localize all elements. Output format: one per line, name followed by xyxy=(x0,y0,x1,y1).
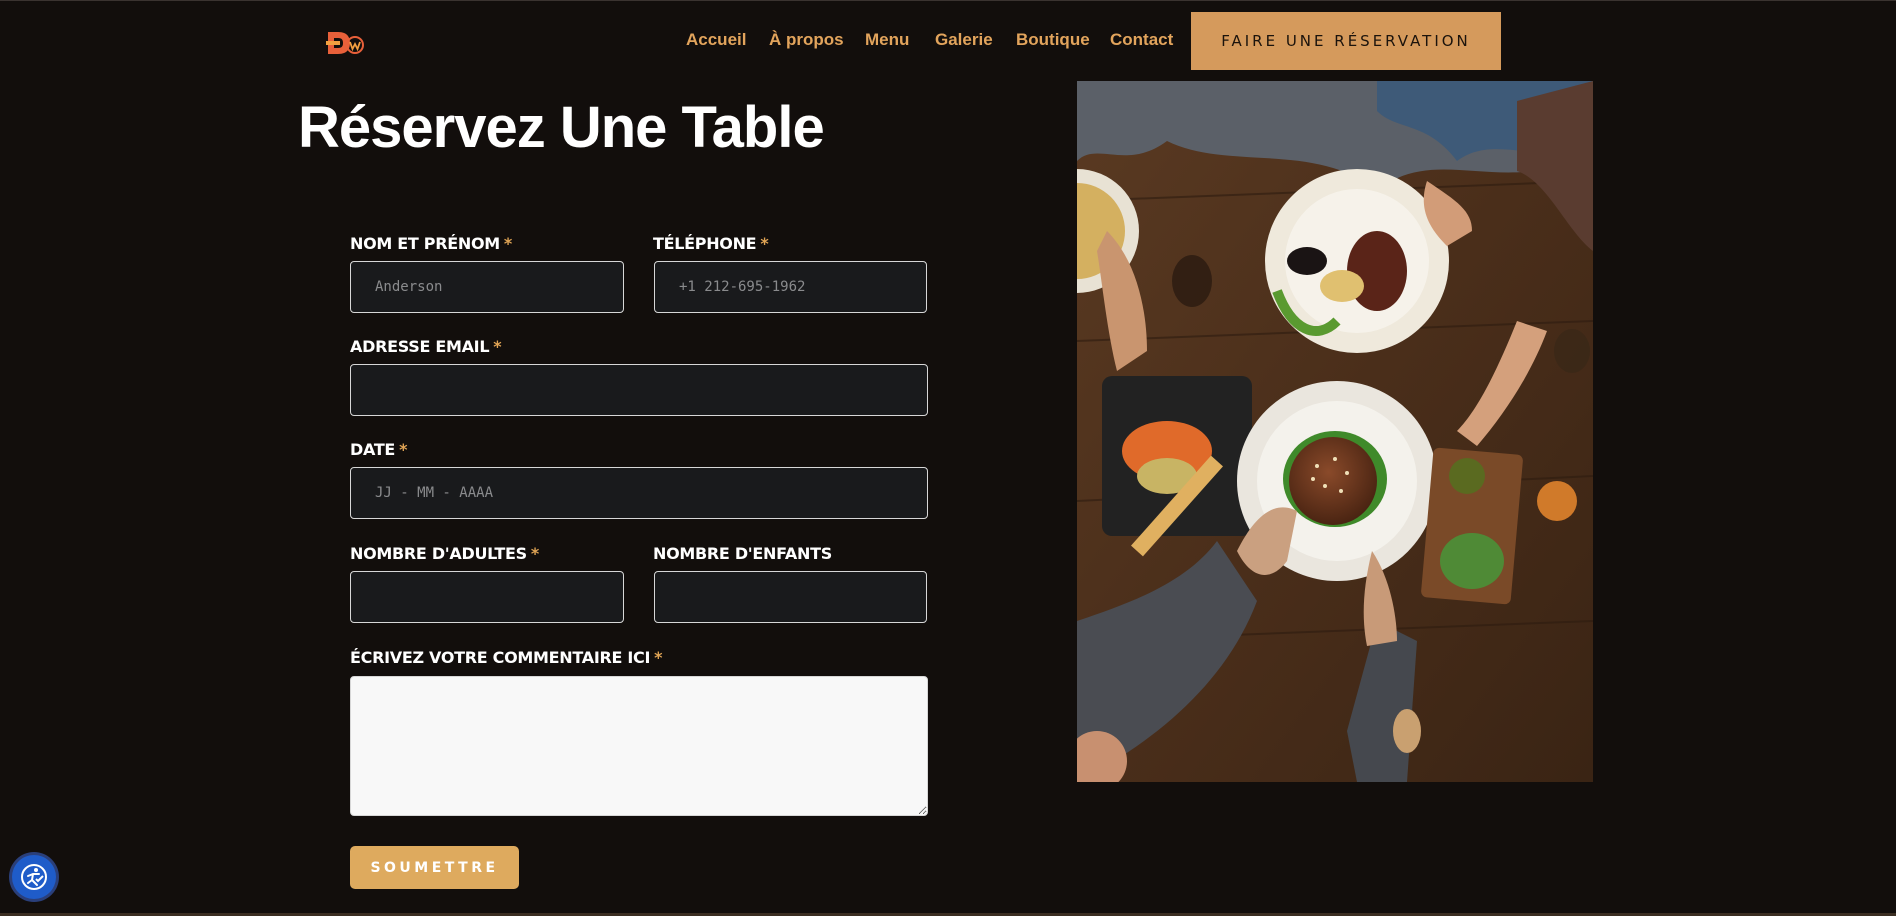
required-mark: * xyxy=(654,648,663,667)
email-label: ADRESSE EMAIL * xyxy=(350,337,502,356)
nav-contact[interactable]: Contact xyxy=(1110,30,1173,50)
nav-galerie[interactable]: Galerie xyxy=(935,30,993,50)
phone-input[interactable] xyxy=(654,261,927,313)
date-label: DATE * xyxy=(350,440,407,459)
name-label: NOM ET PRÉNOM * xyxy=(350,234,512,253)
comment-textarea[interactable] xyxy=(350,676,928,816)
required-mark: * xyxy=(503,234,512,253)
required-mark: * xyxy=(760,234,769,253)
restaurant-photo xyxy=(1077,81,1593,782)
name-label-text: NOM ET PRÉNOM xyxy=(350,234,500,253)
required-mark: * xyxy=(530,544,539,563)
make-reservation-button[interactable]: FAIRE UNE RÉSERVATION xyxy=(1191,12,1501,70)
nav-accueil[interactable]: Accueil xyxy=(686,30,746,50)
children-label: NOMBRE D'ENFANTS xyxy=(653,544,832,563)
date-input[interactable] xyxy=(350,467,928,519)
accessibility-icon[interactable] xyxy=(12,855,56,899)
adults-label: NOMBRE D'ADULTES * xyxy=(350,544,539,563)
logo-icon[interactable] xyxy=(326,28,366,58)
email-label-text: ADRESSE EMAIL xyxy=(350,337,490,356)
adults-input[interactable] xyxy=(350,571,624,623)
comment-label-text: ÉCRIVEZ VOTRE COMMENTAIRE ICI xyxy=(350,648,651,667)
nav-a-propos[interactable]: À propos xyxy=(769,30,844,50)
top-border xyxy=(0,0,1896,1)
email-input[interactable] xyxy=(350,364,928,416)
children-input[interactable] xyxy=(654,571,927,623)
submit-button[interactable]: SOUMETTRE xyxy=(350,846,519,889)
children-label-text: NOMBRE D'ENFANTS xyxy=(653,544,832,563)
required-mark: * xyxy=(399,440,408,459)
name-input[interactable] xyxy=(350,261,624,313)
comment-label: ÉCRIVEZ VOTRE COMMENTAIRE ICI * xyxy=(350,648,663,667)
phone-label: TÉLÉPHONE * xyxy=(653,234,769,253)
nav-menu[interactable]: Menu xyxy=(865,30,909,50)
nav-boutique[interactable]: Boutique xyxy=(1016,30,1090,50)
date-label-text: DATE xyxy=(350,440,396,459)
page-title: Réservez Une Table xyxy=(298,95,825,160)
adults-label-text: NOMBRE D'ADULTES xyxy=(350,544,527,563)
phone-label-text: TÉLÉPHONE xyxy=(653,234,757,253)
required-mark: * xyxy=(493,337,502,356)
